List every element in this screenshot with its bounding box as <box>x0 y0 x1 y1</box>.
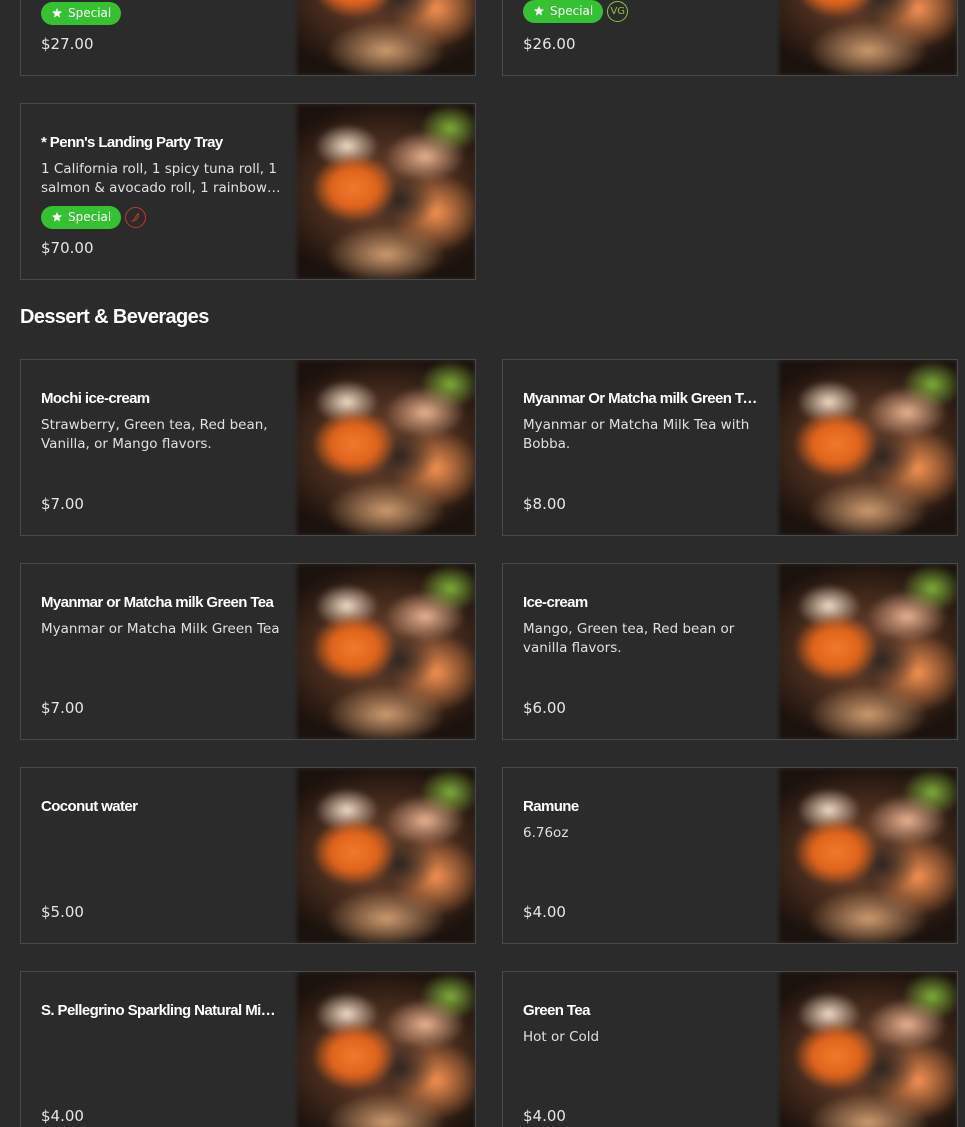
item-description: 6.76oz <box>523 825 569 841</box>
special-badge: Special <box>41 205 122 229</box>
special-badge-label: Special <box>68 6 112 20</box>
sushi-platter-photo <box>297 972 475 1127</box>
menu-item-card[interactable]: Special $27.00 <box>20 0 476 76</box>
sushi-platter-photo <box>779 0 957 75</box>
star-icon <box>51 211 63 223</box>
section-title: Dessert & Beverages <box>20 306 209 328</box>
menu-item-card[interactable]: Special VG $26.00 <box>502 0 958 76</box>
special-badge: Special <box>523 0 604 23</box>
item-price: $4.00 <box>523 1107 566 1125</box>
item-description: Hot or Cold <box>523 1029 600 1045</box>
item-price: $27.00 <box>41 35 94 53</box>
menu-item-card[interactable]: Mochi ice-cream Strawberry, Green tea, R… <box>20 359 476 536</box>
item-title: Ice-cream <box>523 594 588 611</box>
item-price: $5.00 <box>41 903 84 921</box>
sushi-platter-photo <box>297 360 475 535</box>
item-description: Myanmar or Matcha Milk Tea with Bobba. <box>523 417 750 452</box>
item-price: $7.00 <box>41 495 84 513</box>
item-price: $6.00 <box>523 699 566 717</box>
sushi-platter-photo <box>297 104 475 279</box>
item-price: $4.00 <box>41 1107 84 1125</box>
item-title: Mochi ice-cream <box>41 390 150 407</box>
item-price: $7.00 <box>41 699 84 717</box>
item-description: 1 California roll, 1 spicy tuna roll, 1 … <box>41 161 277 196</box>
item-title: Myanmar or Matcha milk Green Tea <box>41 594 274 611</box>
sushi-platter-photo <box>779 564 957 739</box>
special-badge-label: Special <box>68 210 112 224</box>
item-badges: Special <box>41 1 122 25</box>
menu-item-card[interactable]: Myanmar or Matcha milk Green Tea Myanmar… <box>20 563 476 740</box>
star-icon <box>51 7 63 19</box>
item-price: $4.00 <box>523 903 566 921</box>
menu-item-card[interactable]: Ice-cream Mango, Green tea, Red bean or … <box>502 563 958 740</box>
item-description: Strawberry, Green tea, Red bean, Vanilla… <box>41 417 268 452</box>
item-title: Myanmar Or Matcha milk Green Tea with Bo… <box>523 390 759 407</box>
menu-item-card[interactable]: Ramune 6.76oz $4.00 <box>502 767 958 944</box>
special-badge: Special <box>41 1 122 25</box>
menu-item-card[interactable]: Coconut water $5.00 <box>20 767 476 944</box>
item-title: Coconut water <box>41 798 138 815</box>
menu-item-card[interactable]: S. Pellegrino Sparkling Natural Mineral … <box>20 971 476 1127</box>
item-description: Mango, Green tea, Red bean or vanilla fl… <box>523 621 735 656</box>
item-price: $26.00 <box>523 35 576 53</box>
menu-item-card[interactable]: Green Tea Hot or Cold $4.00 <box>502 971 958 1127</box>
item-title: * Penn's Landing Party Tray <box>41 134 223 151</box>
item-badges: Special VG <box>523 0 629 23</box>
special-badge-label: Special <box>550 4 594 18</box>
star-icon <box>533 5 545 17</box>
item-description: Myanmar or Matcha Milk Green Tea <box>41 621 280 637</box>
sushi-platter-photo <box>297 0 475 75</box>
chili-pepper-icon <box>125 206 147 228</box>
sushi-platter-photo <box>779 360 957 535</box>
item-title: S. Pellegrino Sparkling Natural Mineral … <box>41 1002 277 1019</box>
item-badges: Special <box>41 205 147 229</box>
vg-icon: VG <box>607 0 629 22</box>
item-price: $70.00 <box>41 239 94 257</box>
menu-item-card[interactable]: * Penn's Landing Party Tray 1 California… <box>20 103 476 280</box>
item-price: $8.00 <box>523 495 566 513</box>
sushi-platter-photo <box>297 768 475 943</box>
sushi-platter-photo <box>779 768 957 943</box>
item-title: Green Tea <box>523 1002 590 1019</box>
sushi-platter-photo <box>297 564 475 739</box>
item-title: Ramune <box>523 798 579 815</box>
menu-item-card[interactable]: Myanmar Or Matcha milk Green Tea with Bo… <box>502 359 958 536</box>
sushi-platter-photo <box>779 972 957 1127</box>
